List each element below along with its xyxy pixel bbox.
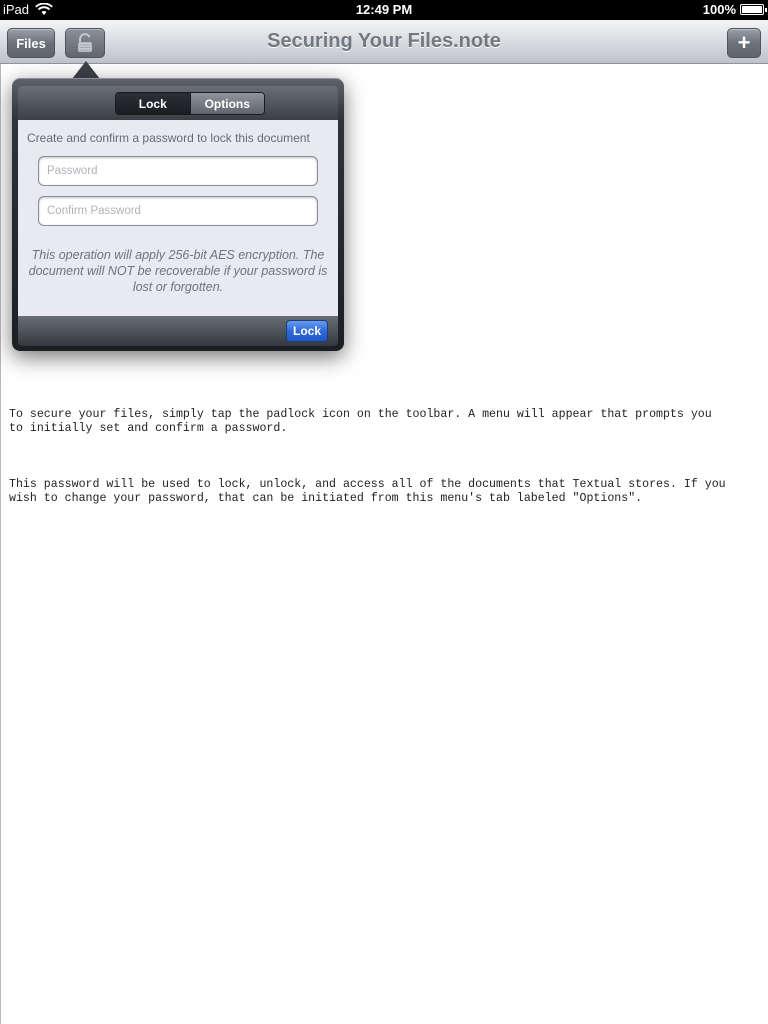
popover-arrow [72, 61, 100, 79]
navigation-bar: Files Securing Your Files.note + [0, 20, 768, 64]
battery-icon [740, 4, 767, 15]
lock-button[interactable]: Lock [286, 320, 328, 342]
tab-lock[interactable]: Lock [116, 93, 190, 114]
status-right: 100% [702, 2, 767, 17]
tab-options[interactable]: Options [189, 93, 264, 114]
document-paragraph: To secure your files, simply tap the pad… [9, 408, 712, 435]
page-title: Securing Your Files.note [267, 30, 501, 52]
instruction-text: Create and confirm a password to lock th… [27, 131, 310, 145]
document-paragraph: This password will be used to lock, unlo… [9, 478, 726, 505]
popover-segmented-control: Lock Options [115, 92, 265, 115]
popover-footer: Lock [18, 316, 338, 346]
confirm-password-field[interactable]: Confirm Password [38, 196, 318, 226]
popover-body: Create and confirm a password to lock th… [18, 120, 338, 316]
document-text[interactable]: To secure your files, simply tap the pad… [9, 380, 759, 534]
add-button[interactable]: + [727, 28, 761, 58]
status-bar: iPad 12:49 PM 100% [0, 0, 768, 20]
encryption-note: This operation will apply 256-bit AES en… [28, 248, 328, 294]
lock-popover: Lock Options Create and confirm a passwo… [12, 78, 344, 351]
battery-percent: 100% [702, 2, 736, 17]
page-edge-divider [0, 64, 1, 1024]
password-field[interactable]: Password [38, 156, 318, 186]
status-time: 12:49 PM [355, 2, 413, 17]
popover-header: Lock Options [18, 86, 338, 120]
